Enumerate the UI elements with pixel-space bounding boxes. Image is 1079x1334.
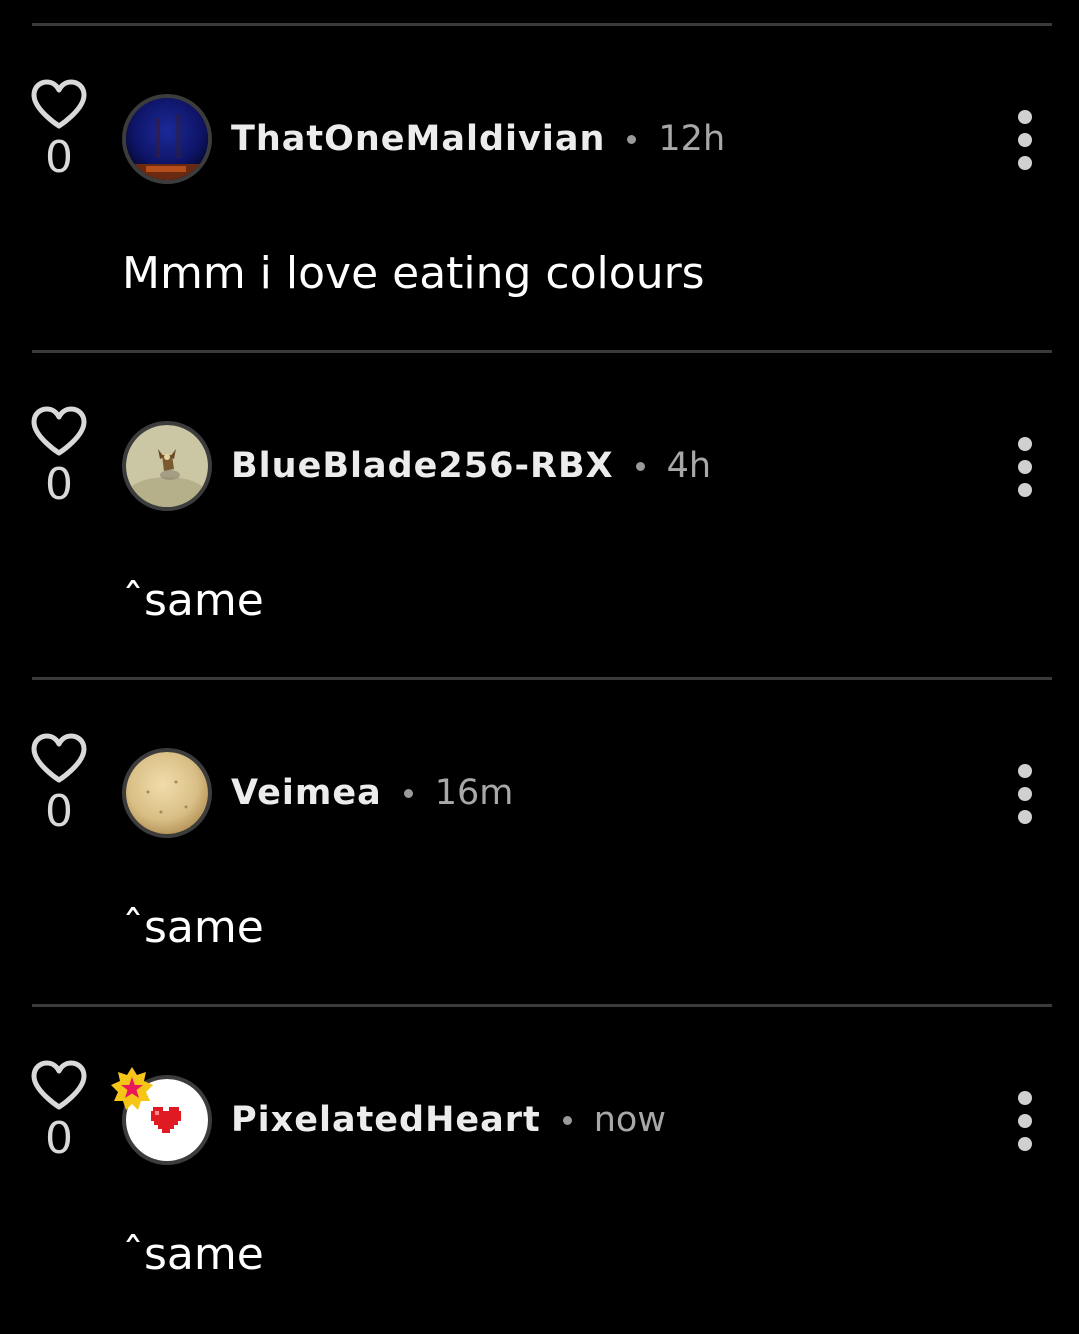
user-avatar[interactable]	[122, 748, 212, 838]
separator-dot	[403, 788, 413, 798]
like-heart-icon[interactable]	[30, 78, 88, 130]
timestamp: 4h	[666, 446, 712, 486]
comment-item: 0 BlueBlade256-RBX 4h ˆsame	[0, 353, 1079, 680]
user-avatar[interactable]	[122, 94, 212, 184]
comment-text: Mmm i love eating colours	[122, 248, 705, 299]
username-link[interactable]: BlueBlade256-RBX	[231, 446, 614, 486]
like-column: 0	[30, 1059, 88, 1161]
like-column: 0	[30, 732, 88, 834]
comment-text: ˆsame	[122, 902, 264, 953]
username-link[interactable]: ThatOneMaldivian	[231, 119, 605, 159]
more-options-icon[interactable]	[1000, 764, 1050, 824]
like-heart-icon[interactable]	[30, 405, 88, 457]
timestamp: 16m	[434, 773, 514, 813]
username-link[interactable]: Veimea	[231, 773, 382, 813]
like-column: 0	[30, 405, 88, 507]
comment-item: 0 PixelatedHeart now ˆsame	[0, 1007, 1079, 1334]
like-count: 0	[45, 132, 73, 183]
separator-dot	[627, 134, 637, 144]
more-options-icon[interactable]	[1000, 437, 1050, 497]
like-count: 0	[45, 1113, 73, 1164]
like-heart-icon[interactable]	[30, 732, 88, 784]
comment-header: ThatOneMaldivian 12h	[231, 115, 725, 163]
comment-text: ˆsame	[122, 1229, 264, 1280]
like-column: 0	[30, 78, 88, 180]
comment-header: PixelatedHeart now	[231, 1096, 666, 1144]
user-avatar[interactable]	[122, 421, 212, 511]
more-options-icon[interactable]	[1000, 1091, 1050, 1151]
comment-item: 0 Veimea 16m ˆsame	[0, 680, 1079, 1007]
comment-text: ˆsame	[122, 575, 264, 626]
comment-header: Veimea 16m	[231, 769, 513, 817]
comment-header: BlueBlade256-RBX 4h	[231, 442, 711, 490]
like-heart-icon[interactable]	[30, 1059, 88, 1111]
star-badge-icon	[108, 1065, 156, 1113]
username-link[interactable]: PixelatedHeart	[231, 1100, 541, 1140]
separator-dot	[635, 461, 645, 471]
comment-item: 0 ThatOneMaldivian 12h Mmm i love eating…	[0, 26, 1079, 353]
timestamp: now	[593, 1100, 666, 1140]
like-count: 0	[45, 459, 73, 510]
timestamp: 12h	[658, 119, 726, 159]
like-count: 0	[45, 786, 73, 837]
more-options-icon[interactable]	[1000, 110, 1050, 170]
separator-dot	[562, 1115, 572, 1125]
